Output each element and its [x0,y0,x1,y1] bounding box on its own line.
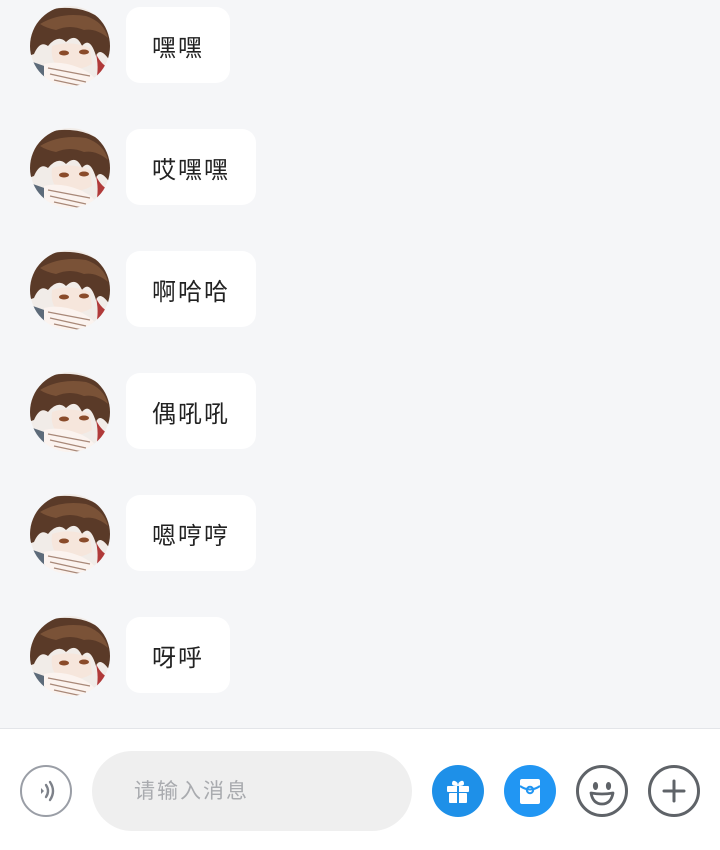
avatar[interactable] [30,6,110,86]
gift-icon [447,780,469,803]
chat-message-list[interactable]: 嘿嘿 哎嘿嘿 啊哈哈 偶吼吼 嗯哼哼 呀呼 [0,0,720,728]
gift-button[interactable] [432,765,484,817]
red-packet-button[interactable] [504,765,556,817]
smiley-icon [589,782,615,806]
message-bubble[interactable]: 呀呼 [126,617,230,693]
avatar-image [30,128,110,208]
message-bubble[interactable]: 嗯哼哼 [126,495,256,571]
plus-icon [662,779,686,803]
avatar-image [30,6,110,86]
message-bubble[interactable]: 偶吼吼 [126,373,256,449]
voice-button[interactable] [20,765,72,817]
message-row: 嗯哼哼 [30,494,256,574]
avatar-image [30,494,110,574]
avatar-image [30,250,110,330]
red-packet-icon [519,779,541,804]
message-row: 哎嘿嘿 [30,128,256,208]
more-button[interactable] [648,765,700,817]
message-row: 嘿嘿 [30,6,230,86]
message-input-bar [0,728,720,850]
message-bubble[interactable]: 哎嘿嘿 [126,129,256,205]
message-row: 偶吼吼 [30,372,256,452]
message-row: 啊哈哈 [30,250,256,330]
message-row: 呀呼 [30,616,230,696]
avatar[interactable] [30,250,110,330]
avatar[interactable] [30,494,110,574]
avatar-image [30,616,110,696]
voice-icon [41,780,55,802]
message-bubble[interactable]: 嘿嘿 [126,7,230,83]
avatar[interactable] [30,372,110,452]
avatar[interactable] [30,128,110,208]
message-input[interactable] [92,751,412,831]
avatar[interactable] [30,616,110,696]
emoji-button[interactable] [576,765,628,817]
avatar-image [30,372,110,452]
message-bubble[interactable]: 啊哈哈 [126,251,256,327]
